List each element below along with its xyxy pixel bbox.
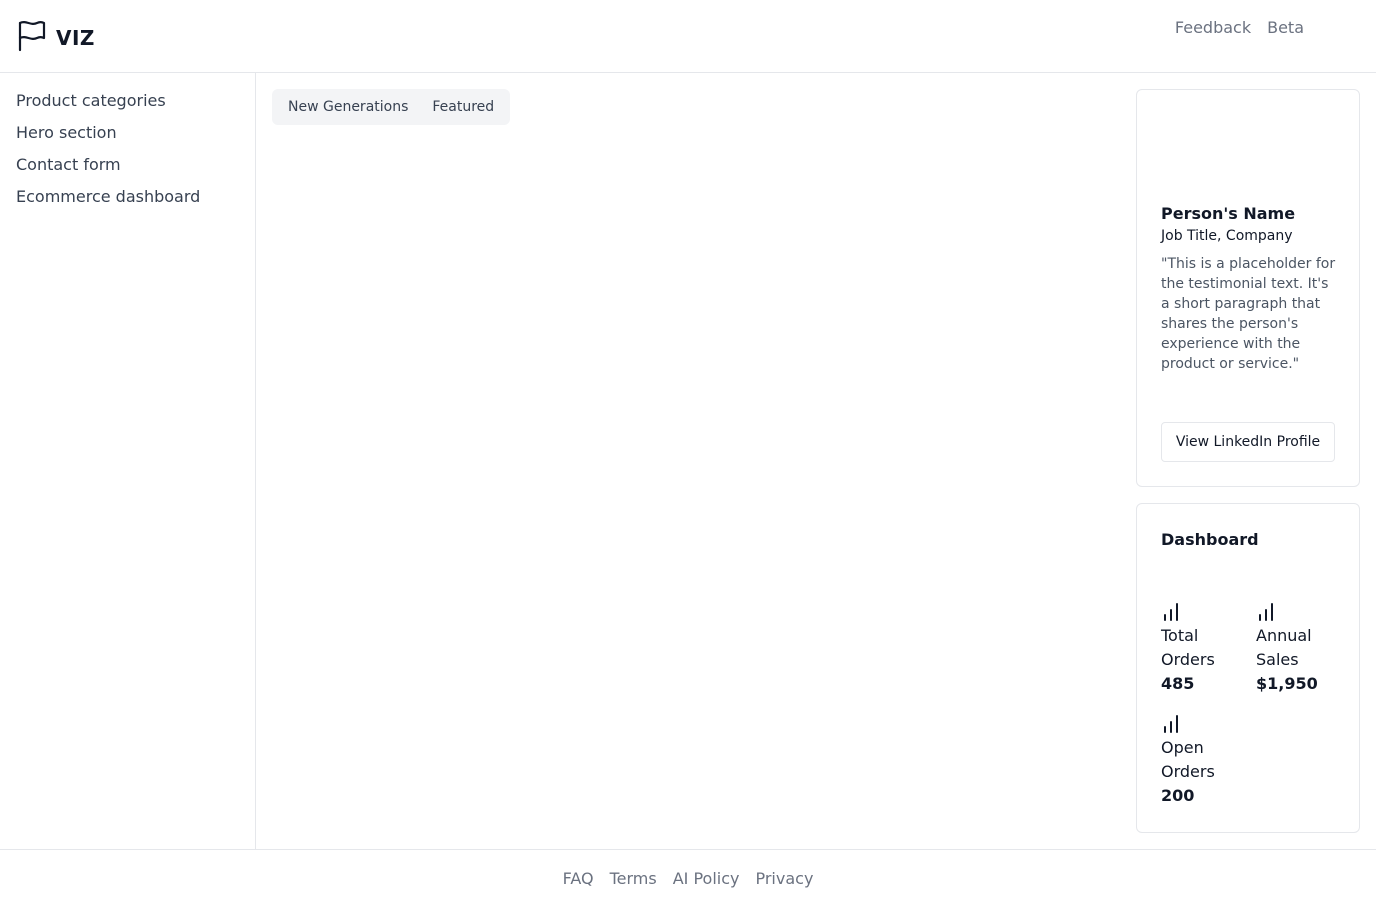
- testimonial-card: Person's Name Job Title, Company "This i…: [1136, 89, 1360, 487]
- privacy-link[interactable]: Privacy: [755, 869, 813, 906]
- sidebar-item-ecommerce-dashboard[interactable]: Ecommerce dashboard: [0, 186, 255, 218]
- stat-value: 200: [1161, 786, 1195, 805]
- view-linkedin-profile-button[interactable]: View LinkedIn Profile: [1161, 422, 1335, 462]
- testimonial-quote: "This is a placeholder for the testimoni…: [1161, 256, 1336, 372]
- dashboard-title: Dashboard: [1161, 530, 1259, 549]
- sidebar-item-product-categories[interactable]: Product categories: [0, 90, 255, 122]
- feedback-link[interactable]: Feedback: [1175, 18, 1251, 37]
- main-content: New Generations Featured: [256, 73, 1120, 850]
- top-header: VIZ Feedback Beta: [0, 0, 1376, 73]
- logo-text: VIZ: [56, 26, 95, 50]
- dashboard-card: Dashboard Total Orders 485 Annual Sales …: [1136, 503, 1360, 833]
- stat-label: Open Orders: [1161, 738, 1215, 781]
- bar-chart-icon: [1161, 714, 1245, 734]
- stat-annual-sales: Annual Sales $1,950: [1256, 602, 1340, 696]
- header-nav: Feedback Beta: [1175, 18, 1304, 37]
- sidebar-item-contact-form[interactable]: Contact form: [0, 154, 255, 186]
- logo[interactable]: VIZ: [17, 20, 95, 56]
- tab-featured[interactable]: Featured: [420, 89, 506, 125]
- stat-value: 485: [1161, 674, 1195, 693]
- tab-new-generations[interactable]: New Generations: [276, 89, 420, 125]
- sidebar-item-hero-section[interactable]: Hero section: [0, 122, 255, 154]
- faq-link[interactable]: FAQ: [563, 869, 594, 906]
- flag-icon: [17, 20, 47, 56]
- footer: FAQ Terms AI Policy Privacy: [0, 849, 1376, 906]
- beta-link[interactable]: Beta: [1267, 18, 1304, 37]
- stat-value: $1,950: [1256, 674, 1318, 693]
- bar-chart-icon: [1256, 602, 1340, 622]
- stat-label: Annual Sales: [1256, 626, 1312, 669]
- job-title: Job Title, Company: [1161, 228, 1293, 244]
- terms-link[interactable]: Terms: [610, 869, 657, 906]
- stat-open-orders: Open Orders 200: [1161, 714, 1245, 808]
- person-name: Person's Name: [1161, 204, 1296, 223]
- stat-total-orders: Total Orders 485: [1161, 602, 1245, 696]
- bar-chart-icon: [1161, 602, 1245, 622]
- stat-label: Total Orders: [1161, 626, 1215, 669]
- sidebar: Product categories Hero section Contact …: [0, 73, 256, 850]
- tab-list: New Generations Featured: [272, 89, 511, 125]
- ai-policy-link[interactable]: AI Policy: [673, 869, 740, 906]
